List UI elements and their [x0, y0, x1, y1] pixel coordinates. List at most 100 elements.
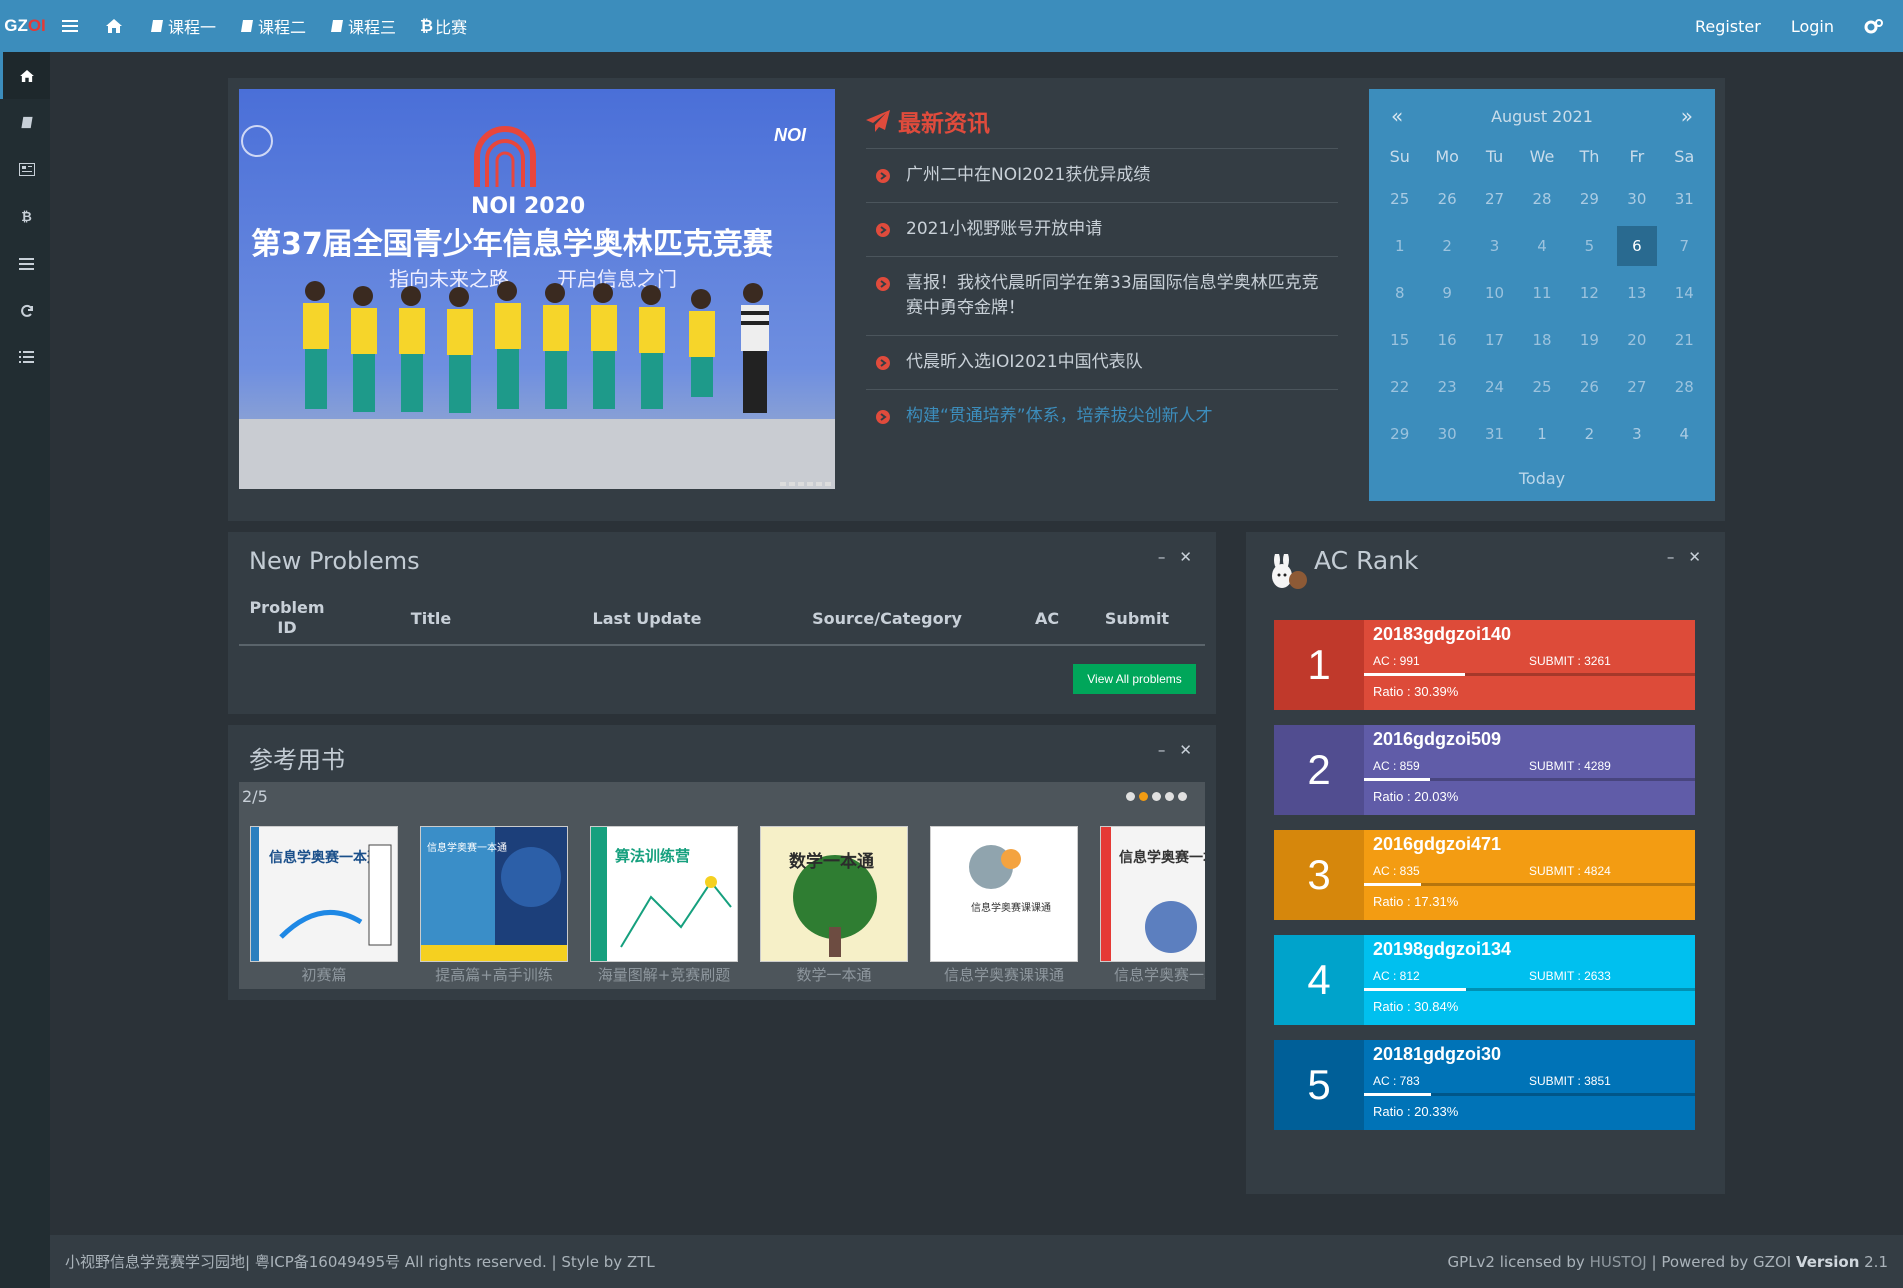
book-item[interactable]: 算法训练营 海量图解+竞赛刷题 — [590, 826, 738, 985]
logo[interactable]: GZ OI — [0, 0, 50, 52]
rank-user-name[interactable]: 20181gdgzoi30 — [1373, 1044, 1501, 1065]
menu-toggle-button[interactable] — [50, 0, 94, 52]
calendar-day[interactable]: 30 — [1423, 410, 1470, 457]
indicator-dot[interactable] — [1126, 792, 1135, 801]
book-item[interactable]: 信息学奥赛一本通 提高篇+高手训练 — [420, 826, 568, 985]
nav-course-2[interactable]: 课程二 — [228, 0, 318, 52]
minus-icon[interactable]: – — [1158, 548, 1166, 566]
sidebar-item-status[interactable] — [0, 287, 50, 334]
calendar-day[interactable]: 26 — [1423, 175, 1470, 222]
calendar-day[interactable]: 22 — [1376, 363, 1423, 410]
calendar-day[interactable]: 2 — [1566, 410, 1613, 457]
rank-card[interactable]: 2 2016gdgzoi509 AC : 859 SUBMIT : 4289 Ratio… — [1274, 725, 1695, 815]
nav-contest[interactable]: ₿ 比赛 — [408, 0, 479, 52]
calendar-day[interactable]: 30 — [1613, 175, 1660, 222]
minus-icon[interactable]: – — [1158, 741, 1166, 759]
rank-card[interactable]: 3 2016gdgzoi471 AC : 835 SUBMIT : 4824 Ratio… — [1274, 830, 1695, 920]
book-item[interactable]: 信息学奥赛课课通 信息学奥赛课课通 — [930, 826, 1078, 985]
book-item[interactable]: 信息学奥赛一本通 初赛篇 — [250, 826, 398, 985]
rank-card[interactable]: 1 20183gdgzoi140 AC : 991 SUBMIT : 3261 Rati… — [1274, 620, 1695, 710]
calendar-day[interactable]: 1 — [1376, 222, 1423, 269]
calendar-day[interactable]: 26 — [1566, 363, 1613, 410]
footer-icp[interactable]: 小视野信息学竞赛学习园地| 粤ICP备16049495号 — [65, 1253, 400, 1271]
news-item[interactable]: 喜报！我校代晨昕同学在第33届国际信息学奥林匹克竞赛中勇夺金牌！ — [866, 257, 1338, 336]
carousel-indicators[interactable] — [780, 482, 831, 486]
rank-card[interactable]: 5 20181gdgzoi30 AC : 783 SUBMIT : 3851 Ratio… — [1274, 1040, 1695, 1130]
view-all-problems-button[interactable]: View All problems — [1073, 664, 1196, 694]
rank-user-name[interactable]: 2016gdgzoi471 — [1373, 834, 1501, 855]
home-button[interactable] — [94, 0, 138, 52]
news-item[interactable]: 构建“贯通培养”体系，培养拔尖创新人才 — [866, 390, 1338, 443]
calendar-day[interactable]: 3 — [1471, 222, 1518, 269]
calendar-day[interactable]: 23 — [1423, 363, 1470, 410]
calendar-day[interactable]: 15 — [1376, 316, 1423, 363]
col-title[interactable]: Title — [335, 609, 527, 628]
calendar-day[interactable]: 25 — [1518, 363, 1565, 410]
rank-user-name[interactable]: 20198gdgzoi134 — [1373, 939, 1511, 960]
rank-user-name[interactable]: 2016gdgzoi509 — [1373, 729, 1501, 750]
sidebar-item-problems[interactable] — [0, 240, 50, 287]
nav-course-1[interactable]: 课程一 — [138, 0, 228, 52]
minus-icon[interactable]: – — [1667, 548, 1675, 566]
register-link[interactable]: Register — [1680, 0, 1776, 52]
calendar-day[interactable]: 16 — [1423, 316, 1470, 363]
indicator-dot[interactable] — [1178, 792, 1187, 801]
hustoj-link[interactable]: HUSTOJ — [1590, 1253, 1647, 1271]
calendar-day[interactable]: 14 — [1661, 269, 1708, 316]
calendar-day[interactable]: 4 — [1518, 222, 1565, 269]
calendar-day[interactable]: 5 — [1566, 222, 1613, 269]
calendar-day[interactable]: 2 — [1423, 222, 1470, 269]
indicator-dot[interactable] — [1152, 792, 1161, 801]
calendar-day[interactable]: 9 — [1423, 269, 1470, 316]
calendar-day[interactable]: 20 — [1613, 316, 1660, 363]
calendar-day[interactable]: 8 — [1376, 269, 1423, 316]
settings-button[interactable] — [1849, 0, 1903, 52]
book-item[interactable]: 信息学奥赛一本通 信息学奥赛一本通 — [1100, 826, 1205, 985]
calendar-day[interactable]: 27 — [1471, 175, 1518, 222]
calendar-day[interactable]: 13 — [1613, 269, 1660, 316]
banner-carousel[interactable]: NOI 2020 第37届全国青少年信息学奥林匹克竞赛 指向未来之路 开启信息之… — [239, 89, 835, 489]
calendar-prev-button[interactable]: « — [1391, 104, 1403, 128]
calendar-day[interactable]: 27 — [1613, 363, 1660, 410]
col-submit[interactable]: Submit — [1087, 609, 1187, 628]
calendar-day[interactable]: 31 — [1661, 175, 1708, 222]
news-item[interactable]: 广州二中在NOI2021获优异成绩 — [866, 149, 1338, 203]
rank-user-name[interactable]: 20183gdgzoi140 — [1373, 624, 1511, 645]
login-link[interactable]: Login — [1776, 0, 1849, 52]
calendar-next-button[interactable]: » — [1681, 104, 1693, 128]
books-indicators[interactable] — [1126, 792, 1187, 801]
calendar-day[interactable]: 17 — [1471, 316, 1518, 363]
nav-course-3[interactable]: 课程三 — [318, 0, 408, 52]
col-problem-id[interactable]: Problem ID — [239, 598, 335, 638]
sidebar-item-news[interactable] — [0, 146, 50, 193]
calendar-day[interactable]: 24 — [1471, 363, 1518, 410]
col-last-update[interactable]: Last Update — [527, 609, 767, 628]
indicator-dot[interactable] — [1139, 792, 1148, 801]
calendar-day[interactable]: 21 — [1661, 316, 1708, 363]
col-ac[interactable]: AC — [1007, 609, 1087, 628]
indicator-dot[interactable] — [1165, 792, 1174, 801]
col-source[interactable]: Source/Category — [767, 609, 1007, 628]
sidebar-item-home[interactable] — [0, 52, 50, 99]
news-item[interactable]: 代晨昕入选IOI2021中国代表队 — [866, 336, 1338, 390]
calendar-day[interactable]: 3 — [1613, 410, 1660, 457]
calendar-today-button[interactable]: Today — [1369, 457, 1715, 501]
calendar-day[interactable]: 19 — [1566, 316, 1613, 363]
calendar-day[interactable]: 11 — [1518, 269, 1565, 316]
calendar-day[interactable]: 25 — [1376, 175, 1423, 222]
calendar-day[interactable]: 28 — [1518, 175, 1565, 222]
sidebar-item-contest[interactable]: ₿ — [0, 193, 50, 240]
sidebar-item-courses[interactable] — [0, 99, 50, 146]
calendar-day[interactable]: 1 — [1518, 410, 1565, 457]
calendar-day[interactable]: 12 — [1566, 269, 1613, 316]
rank-card[interactable]: 4 20198gdgzoi134 AC : 812 SUBMIT : 2633 Rati… — [1274, 935, 1695, 1025]
calendar-day[interactable]: 31 — [1471, 410, 1518, 457]
sidebar-item-ranklist[interactable] — [0, 334, 50, 381]
calendar-day[interactable]: 29 — [1566, 175, 1613, 222]
calendar-day[interactable]: 29 — [1376, 410, 1423, 457]
books-carousel[interactable]: 2/5 信息学奥赛一本通 初赛篇 信息学奥赛一本通 提高篇+高手训练 算法训练营… — [239, 782, 1205, 989]
close-icon[interactable]: ✕ — [1688, 548, 1701, 566]
calendar-day-selected[interactable]: 6 — [1613, 222, 1660, 269]
calendar-day[interactable]: 4 — [1661, 410, 1708, 457]
close-icon[interactable]: ✕ — [1179, 548, 1192, 566]
